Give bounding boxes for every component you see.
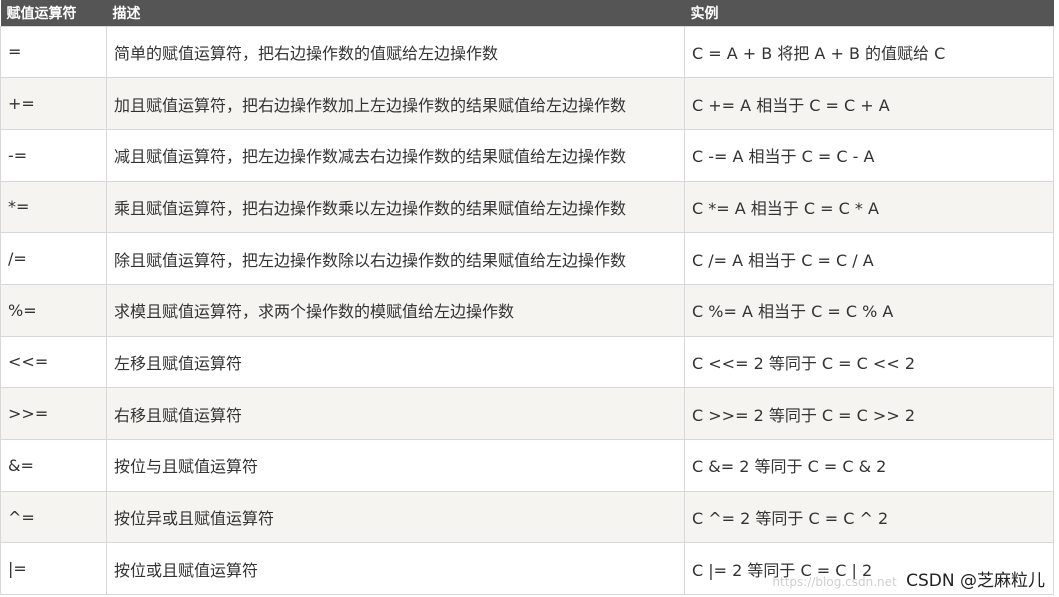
watermark-url: https://blog.csdn.net xyxy=(772,575,897,589)
table-body: = 简单的赋值运算符，把右边操作数的值赋给左边操作数 C = A + B 将把 … xyxy=(0,25,1054,596)
operator-cell: >>= xyxy=(0,387,107,440)
description-cell: 乘且赋值运算符，把右边操作数乘以左边操作数的结果赋值给左边操作数 xyxy=(106,180,685,234)
table-row: = 简单的赋值运算符，把右边操作数的值赋给左边操作数 C = A + B 将把 … xyxy=(0,25,1054,79)
operator-cell: = xyxy=(0,25,107,79)
example-cell: C <<= 2 等同于 C = C << 2 xyxy=(684,335,1054,389)
description-cell: 按位或且赋值运算符 xyxy=(106,542,685,596)
example-cell: C -= A 相当于 C = C - A xyxy=(684,128,1054,182)
table-row: *= 乘且赋值运算符，把右边操作数乘以左边操作数的结果赋值给左边操作数 C *=… xyxy=(0,180,1054,234)
description-cell: 求模且赋值运算符，求两个操作数的模赋值给左边操作数 xyxy=(106,283,685,337)
description-cell: 简单的赋值运算符，把右边操作数的值赋给左边操作数 xyxy=(106,25,685,79)
operator-cell: ^= xyxy=(0,490,107,544)
header-description: 描述 xyxy=(112,5,141,22)
watermark: https://blog.csdn.net CSDN @芝麻粒儿 xyxy=(772,566,1045,591)
table-header-row: 赋值运算符 描述 实例 xyxy=(0,0,1054,26)
description-cell: 左移且赋值运算符 xyxy=(106,335,685,389)
assignment-operator-table: 赋值运算符 描述 实例 = 简单的赋值运算符，把右边操作数的值赋给左边操作数 C… xyxy=(0,0,1054,596)
description-cell: 除且赋值运算符，把左边操作数除以右边操作数的结果赋值给左边操作数 xyxy=(106,232,685,285)
operator-cell: %= xyxy=(0,283,107,337)
watermark-text: CSDN @芝麻粒儿 xyxy=(906,571,1045,591)
table-row: ^= 按位异或且赋值运算符 C ^= 2 等同于 C = C ^ 2 xyxy=(0,490,1054,544)
description-cell: 按位与且赋值运算符 xyxy=(106,439,685,492)
operator-cell: -= xyxy=(0,128,107,182)
table-row: += 加且赋值运算符，把右边操作数加上左边操作数的结果赋值给左边操作数 C +=… xyxy=(0,77,1054,130)
operator-cell: <<= xyxy=(0,335,107,389)
header-example: 实例 xyxy=(690,5,719,22)
operator-cell: |= xyxy=(0,542,107,596)
operator-cell: /= xyxy=(0,232,107,285)
description-cell: 右移且赋值运算符 xyxy=(106,387,685,440)
example-cell: C &= 2 等同于 C = C & 2 xyxy=(684,439,1054,492)
table-row: -= 减且赋值运算符，把左边操作数减去右边操作数的结果赋值给左边操作数 C -=… xyxy=(0,128,1054,182)
operator-cell: *= xyxy=(0,180,107,234)
example-cell: C %= A 相当于 C = C % A xyxy=(684,283,1054,337)
table-header: 赋值运算符 描述 实例 xyxy=(0,0,1054,26)
example-cell: C >>= 2 等同于 C = C >> 2 xyxy=(684,387,1054,440)
description-cell: 按位异或且赋值运算符 xyxy=(106,490,685,544)
operator-cell: &= xyxy=(0,439,107,492)
header-operator: 赋值运算符 xyxy=(6,5,77,22)
operator-table-container: 赋值运算符 描述 实例 = 简单的赋值运算符，把右边操作数的值赋给左边操作数 C… xyxy=(0,0,1054,597)
description-cell: 减且赋值运算符，把左边操作数减去右边操作数的结果赋值给左边操作数 xyxy=(106,128,685,182)
example-cell: C += A 相当于 C = C + A xyxy=(684,77,1054,130)
example-cell: C /= A 相当于 C = C / A xyxy=(684,232,1054,285)
description-cell: 加且赋值运算符，把右边操作数加上左边操作数的结果赋值给左边操作数 xyxy=(106,77,685,130)
table-row: &= 按位与且赋值运算符 C &= 2 等同于 C = C & 2 xyxy=(0,439,1054,492)
table-row: %= 求模且赋值运算符，求两个操作数的模赋值给左边操作数 C %= A 相当于 … xyxy=(0,283,1054,337)
example-cell: C = A + B 将把 A + B 的值赋给 C xyxy=(684,25,1054,79)
example-cell: C ^= 2 等同于 C = C ^ 2 xyxy=(684,490,1054,544)
table-row: /= 除且赋值运算符，把左边操作数除以右边操作数的结果赋值给左边操作数 C /=… xyxy=(0,232,1054,285)
operator-cell: += xyxy=(0,77,107,130)
example-cell: C *= A 相当于 C = C * A xyxy=(684,180,1054,234)
table-row: <<= 左移且赋值运算符 C <<= 2 等同于 C = C << 2 xyxy=(0,335,1054,389)
table-row: >>= 右移且赋值运算符 C >>= 2 等同于 C = C >> 2 xyxy=(0,387,1054,440)
